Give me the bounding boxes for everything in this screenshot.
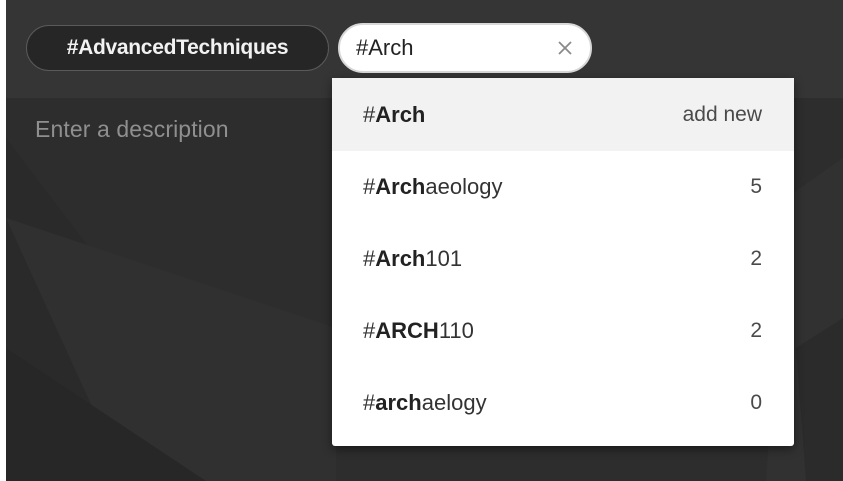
tag-chip-advancedtechniques[interactable]: #AdvancedTechniques	[26, 25, 329, 71]
suggestion-label: #Arch101	[363, 246, 463, 271]
suggestion-item[interactable]: #archaelogy 0	[332, 367, 794, 439]
suggestion-label: #ARCH110	[363, 318, 474, 343]
description-placeholder: Enter a description	[35, 116, 229, 142]
suggestion-item[interactable]: #ARCH110 2	[332, 295, 794, 367]
tag-input[interactable]	[356, 34, 536, 62]
close-icon[interactable]	[554, 37, 576, 59]
suggestion-count: 2	[750, 319, 762, 342]
add-new-label: add new	[682, 102, 762, 126]
tag-suggestion-dropdown: #Arch add new #Archaeology 5 #Arch101 2 …	[332, 78, 794, 446]
suggestion-label: #Arch	[363, 101, 426, 127]
tag-input-container[interactable]	[338, 23, 592, 73]
suggestion-add-new[interactable]: #Arch add new	[332, 78, 794, 151]
suggestion-label: #archaelogy	[363, 390, 487, 415]
suggestion-item[interactable]: #Archaeology 5	[332, 151, 794, 223]
suggestion-count: 5	[750, 175, 762, 198]
suggestion-item[interactable]: #Arch101 2	[332, 223, 794, 295]
suggestion-count: 2	[750, 247, 762, 270]
suggestion-label: #Archaeology	[363, 174, 503, 199]
suggestion-count: 0	[750, 391, 762, 414]
